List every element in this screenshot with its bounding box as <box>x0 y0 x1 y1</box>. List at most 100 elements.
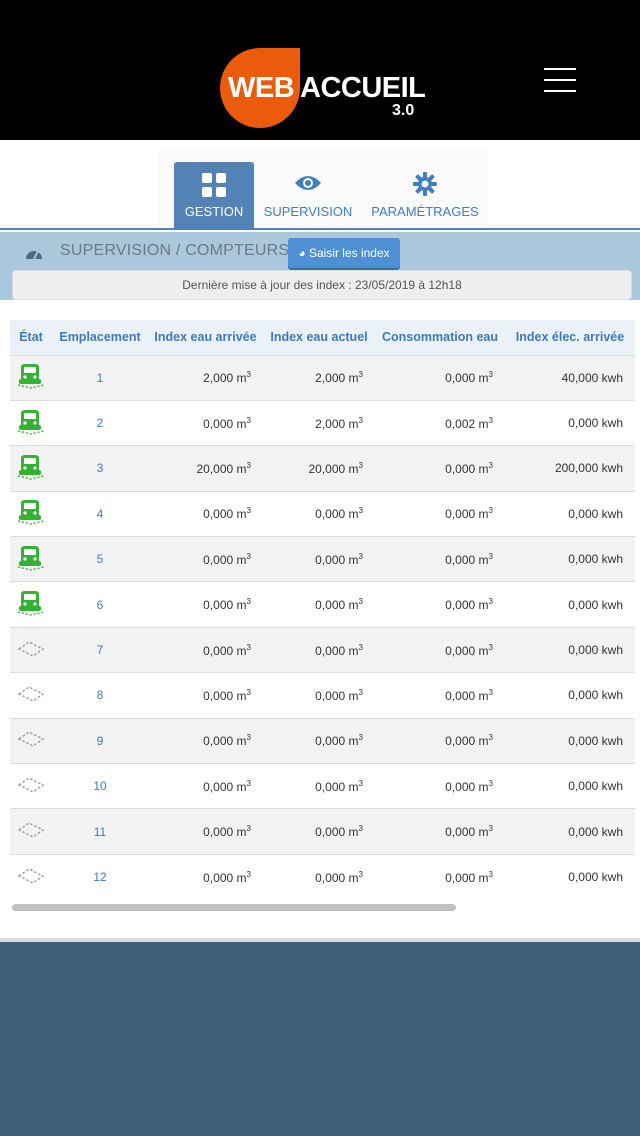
cell-value: 0,000 <box>315 507 346 522</box>
car-parked-icon <box>17 454 45 483</box>
unit-exp: 3 <box>246 597 251 607</box>
col-index-elec-arrivee[interactable]: Index élec. arrivée <box>505 320 635 355</box>
cell-value: 0,000 <box>203 643 234 658</box>
table-row[interactable]: 3 20,000 m3 20,000 m3 0,000 m3 200,000 kwh <box>10 445 635 492</box>
cell-value: 0,000 <box>445 734 476 749</box>
cell-value: 0,000 <box>445 870 476 885</box>
cell-emplacement-link[interactable]: 12 <box>52 854 148 899</box>
scrollbar-thumb[interactable] <box>12 904 456 911</box>
tab-gestion-label: GESTION <box>184 204 244 219</box>
table-row[interactable]: 8 0,000 m3 0,000 m3 0,000 m3 0,000 kwh <box>10 672 635 718</box>
unit-m: m <box>478 507 489 522</box>
col-index-eau-actuel[interactable]: Index eau actuel <box>263 320 375 355</box>
unit-m: m <box>478 870 489 885</box>
unit-exp: 3 <box>358 642 363 652</box>
unit-exp: 3 <box>488 370 493 380</box>
unit-exp: 3 <box>246 869 251 879</box>
cell-value: 0,002 <box>445 416 476 431</box>
unit-exp: 3 <box>358 460 363 470</box>
table-row[interactable]: 10 0,000 m3 0,000 m3 0,000 m3 0,000 kwh <box>10 763 635 809</box>
gauge-icon <box>25 246 43 265</box>
unit-exp: 3 <box>358 824 363 834</box>
cell-eau-actuel: 0,000 m3 <box>263 627 375 672</box>
cell-emplacement-link[interactable]: 5 <box>52 537 148 582</box>
col-index-eau-arrivee[interactable]: Index eau arrivée <box>148 320 263 355</box>
tab-supervision[interactable]: SUPERVISION <box>258 162 358 228</box>
table-row[interactable]: 6 0,000 m3 0,000 m3 0,000 m3 0,000 kwh <box>10 581 635 627</box>
content-panel: GESTION SUPERVISION PARAMÉTRAGES SUPERVI… <box>0 140 640 942</box>
unit-exp: 3 <box>488 824 493 834</box>
cell-eau-arrivee: 0,000 m3 <box>148 764 263 809</box>
table-row[interactable]: 4 0,000 m3 0,000 m3 0,000 m3 0,000 kwh <box>10 491 635 536</box>
col-emplacement[interactable]: Emplacement <box>52 320 148 355</box>
car-parked-icon <box>17 591 45 619</box>
unit-exp: 3 <box>246 687 251 697</box>
cell-eau-arrivee: 0,000 m3 <box>148 400 263 445</box>
table-row[interactable]: 5 0,000 m3 0,000 m3 0,000 m3 0,000 kwh <box>10 536 635 582</box>
cell-eau-arrivee: 0,000 m3 <box>148 854 263 899</box>
cell-emplacement-link[interactable]: 10 <box>52 764 148 809</box>
cell-emplacement-link[interactable]: 3 <box>52 446 148 491</box>
unit-exp: 3 <box>358 733 363 743</box>
unit-exp: 3 <box>358 506 363 516</box>
cell-value: 0,000 <box>203 734 234 749</box>
unit-m: m <box>478 416 489 431</box>
horizontal-scrollbar[interactable] <box>10 902 640 912</box>
logo-web: WEB <box>228 72 295 104</box>
cell-emplacement-link[interactable]: 2 <box>52 400 148 445</box>
unit-m: m <box>348 643 359 658</box>
col-consommation-eau[interactable]: Consommation eau <box>375 320 505 355</box>
table-row[interactable]: 9 0,000 m3 0,000 m3 0,000 m3 0,000 kwh <box>10 718 635 764</box>
cell-emplacement-link[interactable]: 1 <box>52 355 148 400</box>
cell-emplacement-link[interactable]: 4 <box>52 491 148 536</box>
cell-emplacement-link[interactable]: 8 <box>52 673 148 718</box>
grid-icon <box>174 172 254 202</box>
cell-eau-arrivee: 0,000 m3 <box>148 582 263 627</box>
cell-eau-actuel: 0,000 m3 <box>263 673 375 718</box>
panel-divider <box>0 938 640 942</box>
cell-emplacement-link[interactable]: 11 <box>52 809 148 854</box>
cell-emplacement-link[interactable]: 9 <box>52 718 148 763</box>
table-row[interactable]: 2 0,000 m3 2,000 m3 0,002 m3 0,000 kwh <box>10 400 635 445</box>
hamburger-menu-icon[interactable] <box>544 68 578 94</box>
table-row[interactable]: 11 0,000 m3 0,000 m3 0,000 m3 0,000 kwh <box>10 808 635 855</box>
cell-elec-arrivee: 0,000 kwh <box>568 733 623 748</box>
cell-value: 0,000 <box>203 416 234 431</box>
unit-exp: 3 <box>488 415 493 425</box>
unit-exp: 3 <box>358 687 363 697</box>
cell-value: 0,000 <box>445 779 476 794</box>
saisir-index-button[interactable]: ◕ Saisir les index <box>288 238 400 268</box>
tab-parametrages[interactable]: PARAMÉTRAGES <box>364 162 486 228</box>
unit-m: m <box>348 416 359 431</box>
unit-m: m <box>236 416 247 431</box>
cell-consommation: 0,000 m3 <box>375 673 505 718</box>
cell-emplacement-link[interactable]: 7 <box>52 627 148 672</box>
cell-elec-arrivee: 0,000 kwh <box>568 688 623 703</box>
cell-emplacement-link[interactable]: 6 <box>52 582 148 627</box>
compteurs-table: État Emplacement Index eau arrivée Index… <box>10 320 635 900</box>
cell-value: 2,000 <box>203 371 234 386</box>
cell-value: 0,000 <box>203 870 234 885</box>
compteurs-table-wrap[interactable]: État Emplacement Index eau arrivée Index… <box>10 320 640 910</box>
unit-m: m <box>236 643 247 658</box>
cell-consommation: 0,002 m3 <box>375 400 505 445</box>
unit-exp: 3 <box>358 370 363 380</box>
cell-value: 0,000 <box>315 688 346 703</box>
empty-spot-icon <box>17 731 45 752</box>
unit-exp: 3 <box>488 733 493 743</box>
unit-m: m <box>478 734 489 749</box>
cell-elec-arrivee: 0,000 kwh <box>568 552 623 567</box>
col-etat[interactable]: État <box>10 320 52 355</box>
tab-gestion[interactable]: GESTION <box>174 162 254 228</box>
cell-elec-arrivee: 40,000 kwh <box>561 370 623 385</box>
main-tabs: GESTION SUPERVISION PARAMÉTRAGES <box>158 150 488 230</box>
unit-m: m <box>348 507 359 522</box>
table-row[interactable]: 12 0,000 m3 0,000 m3 0,000 m3 0,000 kwh <box>10 854 635 899</box>
webaccueil-logo[interactable]: WEB ACCUEIL 3.0 <box>220 46 430 130</box>
cell-eau-actuel: 2,000 m3 <box>263 400 375 445</box>
table-row[interactable]: 1 2,000 m3 2,000 m3 0,000 m3 40,000 kwh <box>10 355 635 401</box>
cell-value: 0,000 <box>315 598 346 613</box>
table-row[interactable]: 7 0,000 m3 0,000 m3 0,000 m3 0,000 kwh <box>10 627 635 673</box>
cell-value: 0,000 <box>315 870 346 885</box>
saisir-index-label: Saisir les index <box>308 246 390 260</box>
